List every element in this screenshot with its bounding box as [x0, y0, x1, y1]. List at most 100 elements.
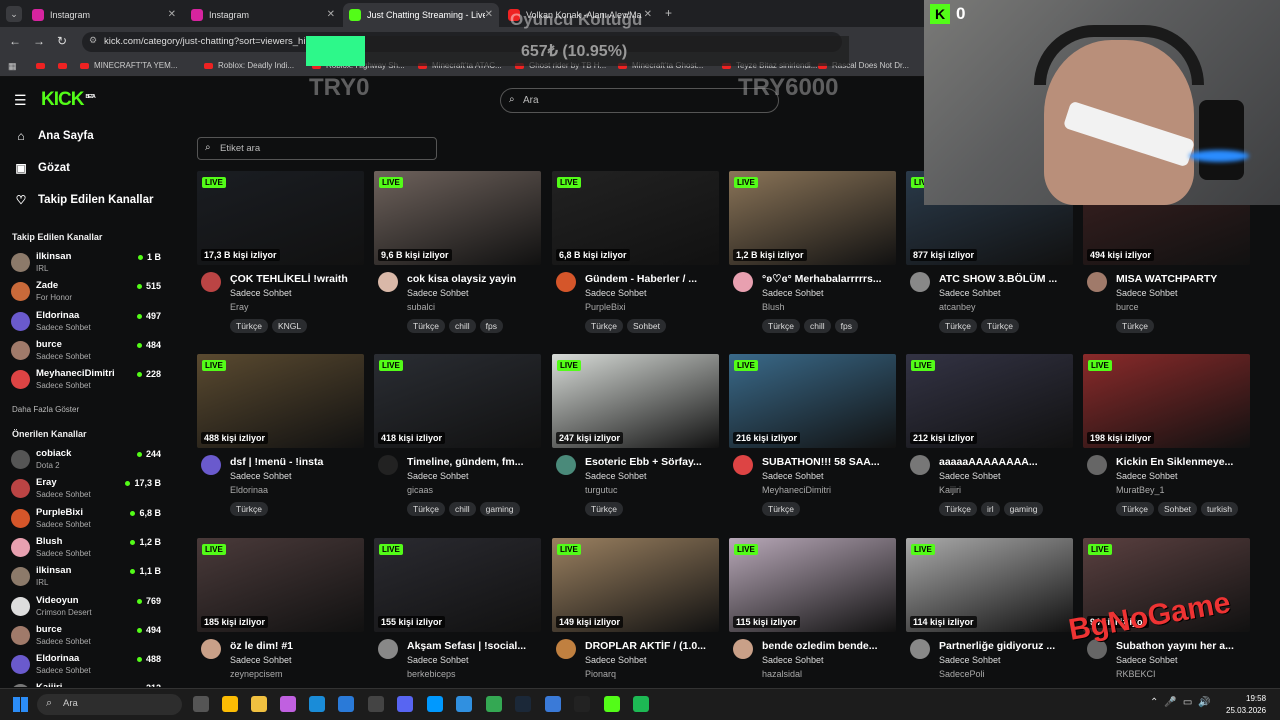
- stream-category[interactable]: Sadece Sohbet: [939, 288, 1001, 298]
- windows-start-icon[interactable]: [13, 697, 28, 712]
- stream-tag[interactable]: Türkçe: [1116, 319, 1154, 333]
- capcut-icon[interactable]: [427, 696, 443, 712]
- task-view-icon[interactable]: [193, 696, 209, 712]
- stream-thumbnail[interactable]: LIVE 17,3 B kişi izliyor: [197, 171, 364, 265]
- stream-title[interactable]: MISA WATCHPARTY: [1116, 273, 1250, 285]
- chrome-icon[interactable]: [222, 696, 238, 712]
- avatar[interactable]: [1087, 455, 1107, 475]
- stream-tag[interactable]: irl: [980, 502, 1000, 516]
- streamer-name[interactable]: burce: [1116, 302, 1139, 312]
- stream-title[interactable]: SUBATHON!!! 58 SAA...: [762, 456, 896, 468]
- avatar[interactable]: [378, 455, 398, 475]
- stream-thumbnail[interactable]: LIVE 115 kişi izliyor: [729, 538, 896, 632]
- kick-icon[interactable]: [604, 696, 620, 712]
- streamer-name[interactable]: Pionarq: [585, 669, 616, 679]
- stream-tag[interactable]: Türkçe: [762, 319, 800, 333]
- streamer-name[interactable]: MeyhaneciDimitri: [762, 485, 831, 495]
- forward-icon[interactable]: →: [33, 34, 45, 48]
- show-more-link[interactable]: Daha Fazla Göster: [12, 405, 79, 414]
- file-explorer-icon[interactable]: [251, 696, 267, 712]
- sidebar-channel[interactable]: MeyhaneciDimitri Sadece Sohbet 228: [11, 368, 161, 394]
- stream-tag[interactable]: Türkçe: [939, 502, 977, 516]
- copilot-icon[interactable]: [280, 696, 296, 712]
- sidebar-channel[interactable]: ilkinsan IRL 1,1 B: [11, 565, 161, 591]
- stream-category[interactable]: Sadece Sohbet: [762, 471, 824, 481]
- back-icon[interactable]: ←: [9, 34, 21, 48]
- stream-thumbnail[interactable]: LIVE 9,6 B kişi izliyor: [374, 171, 541, 265]
- stream-tag[interactable]: chill: [448, 502, 476, 516]
- streamer-name[interactable]: subalci: [407, 302, 435, 312]
- stream-card[interactable]: LIVE 1,2 B kişi izliyor °ʚ♡ɞ° Merhabalarr…: [729, 171, 896, 341]
- stream-title[interactable]: öz le dim! #1: [230, 640, 364, 652]
- stream-tag[interactable]: Türkçe: [407, 319, 445, 333]
- streamer-name[interactable]: RKBEKCI: [1116, 669, 1156, 679]
- stream-tag[interactable]: chill: [448, 319, 476, 333]
- stream-title[interactable]: DROPLAR AKTİF / (1.0...: [585, 640, 719, 652]
- tab-list-button[interactable]: ⌄: [6, 6, 22, 22]
- nav-item[interactable]: ♡ Takip Edilen Kanallar: [14, 193, 154, 207]
- sidebar-channel[interactable]: Eldorinaa Sadece Sohbet 497: [11, 310, 161, 336]
- sidebar-channel[interactable]: Blush Sadece Sohbet 1,2 B: [11, 536, 161, 562]
- avatar[interactable]: [378, 272, 398, 292]
- stream-category[interactable]: Sadece Sohbet: [585, 288, 647, 298]
- stream-tag[interactable]: Türkçe: [407, 502, 445, 516]
- stream-category[interactable]: Sadece Sohbet: [939, 655, 1001, 665]
- bookmark-item[interactable]: [36, 61, 50, 70]
- stream-title[interactable]: Timeline, gündem, fm...: [407, 456, 541, 468]
- stream-tag[interactable]: Türkçe: [1116, 502, 1154, 516]
- streamer-name[interactable]: MuratBey_1: [1116, 485, 1165, 495]
- streamer-name[interactable]: gicaas: [407, 485, 433, 495]
- close-icon[interactable]: ✕: [327, 9, 335, 20]
- stream-category[interactable]: Sadece Sohbet: [230, 655, 292, 665]
- stream-thumbnail[interactable]: LIVE 155 kişi izliyor: [374, 538, 541, 632]
- streamer-name[interactable]: Kaijiri: [939, 485, 961, 495]
- streamer-name[interactable]: berkebiceps: [407, 669, 456, 679]
- stream-thumbnail[interactable]: LIVE 185 kişi izliyor: [197, 538, 364, 632]
- stream-card[interactable]: LIVE 185 kişi izliyor öz le dim! #1 Sadec…: [197, 538, 364, 708]
- stream-category[interactable]: Sadece Sohbet: [585, 655, 647, 665]
- stream-title[interactable]: cok kisa olaysiz yayin: [407, 273, 541, 285]
- browser-tab[interactable]: Instagram ✕: [185, 3, 341, 27]
- avatar[interactable]: [733, 272, 753, 292]
- sidebar-channel[interactable]: burce Sadece Sohbet 494: [11, 624, 161, 650]
- stream-card[interactable]: LIVE 17,3 B kişi izliyor ÇOK TEHLİKELİ !w…: [197, 171, 364, 341]
- system-clock[interactable]: 19:58 25.03.2026: [1226, 693, 1266, 717]
- bookmark-item[interactable]: Roblox: Deadly Indi...: [204, 61, 294, 70]
- sidebar-channel[interactable]: Kaijiri 212: [11, 682, 161, 687]
- stream-category[interactable]: Sadece Sohbet: [1116, 471, 1178, 481]
- stream-tag[interactable]: Türkçe: [762, 502, 800, 516]
- stream-thumbnail[interactable]: LIVE 216 kişi izliyor: [729, 354, 896, 448]
- stream-tag[interactable]: Türkçe: [230, 319, 268, 333]
- stream-title[interactable]: ATC SHOW 3.BÖLÜM ...: [939, 273, 1073, 285]
- streamer-name[interactable]: Eldorinaa: [230, 485, 268, 495]
- stream-card[interactable]: LIVE 155 kişi izliyor Akşam Sefası | !soc…: [374, 538, 541, 708]
- stream-category[interactable]: Sadece Sohbet: [762, 655, 824, 665]
- system-tray[interactable]: ⌃🎤▭🔊: [1150, 697, 1217, 708]
- avatar[interactable]: [733, 455, 753, 475]
- sidebar-channel[interactable]: Eray Sadece Sohbet 17,3 B: [11, 477, 161, 503]
- stream-card[interactable]: LIVE 216 kişi izliyor SUBATHON!!! 58 SAA.…: [729, 354, 896, 524]
- stream-category[interactable]: Sadece Sohbet: [407, 288, 469, 298]
- stream-thumbnail[interactable]: LIVE 114 kişi izliyor: [906, 538, 1073, 632]
- kick-logo[interactable]: KICK BETA: [41, 89, 96, 111]
- streamer-name[interactable]: turgutuc: [585, 485, 618, 495]
- tag-search-input[interactable]: ⌕ Etiket ara: [197, 137, 437, 160]
- stream-category[interactable]: Sadece Sohbet: [1116, 655, 1178, 665]
- stream-thumbnail[interactable]: LIVE 149 kişi izliyor: [552, 538, 719, 632]
- stream-tag[interactable]: Sohbet: [1157, 502, 1197, 516]
- stream-title[interactable]: Partnerliğe gidiyoruz ...: [939, 640, 1073, 652]
- sidebar-channel[interactable]: PurpleBixi Sadece Sohbet 6,8 B: [11, 507, 161, 533]
- sidebar-channel[interactable]: Zade For Honor 515: [11, 280, 161, 306]
- close-icon[interactable]: ✕: [168, 9, 176, 20]
- stream-tag[interactable]: Türkçe: [585, 319, 623, 333]
- streamer-name[interactable]: SadecePoli: [939, 669, 985, 679]
- stream-tag[interactable]: KNGL: [271, 319, 308, 333]
- steam-icon[interactable]: [515, 696, 531, 712]
- stream-card[interactable]: LIVE 6,8 B kişi izliyor Gündem - Haberler…: [552, 171, 719, 341]
- stream-tag[interactable]: Türkçe: [939, 319, 977, 333]
- stream-tag[interactable]: Türkçe: [585, 502, 623, 516]
- avatar[interactable]: [201, 455, 221, 475]
- stream-tag[interactable]: gaming: [1003, 502, 1044, 516]
- avatar[interactable]: [910, 455, 930, 475]
- stream-category[interactable]: Sadece Sohbet: [939, 471, 1001, 481]
